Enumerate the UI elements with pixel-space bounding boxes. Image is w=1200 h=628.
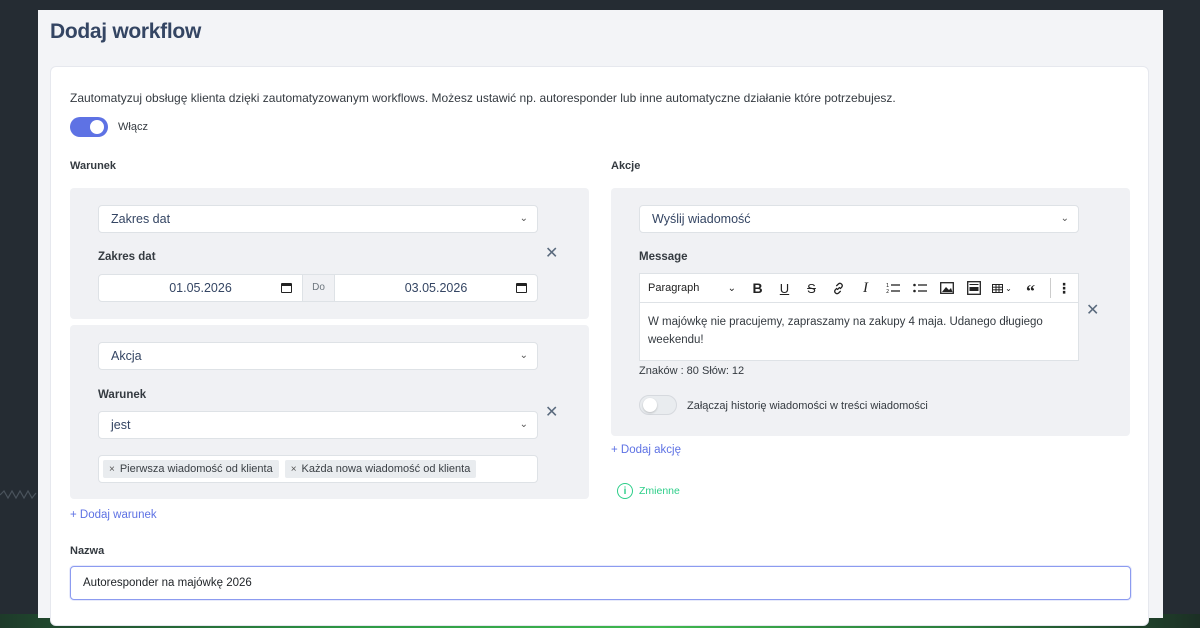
- workflow-form-card: Zautomatyzuj obsługę klienta dzięki zaut…: [50, 66, 1149, 626]
- add-condition-link[interactable]: + Dodaj warunek: [70, 509, 157, 521]
- name-field-label: Nazwa: [70, 545, 105, 557]
- chevron-down-icon: ⌄: [519, 213, 528, 224]
- attach-history-toggle[interactable]: [639, 395, 677, 415]
- toggle-knob: [643, 398, 657, 412]
- tag-label: Każda nowa wiadomość od klienta: [301, 463, 471, 475]
- condition-values-multiselect[interactable]: × Pierwsza wiadomość od klienta × Każda …: [98, 455, 538, 483]
- paragraph-format-value: Paragraph: [648, 282, 700, 294]
- page-title: Dodaj workflow: [50, 20, 201, 43]
- chevron-down-icon: ⌄: [519, 350, 528, 361]
- toolbar-divider: [1050, 278, 1051, 298]
- italic-icon[interactable]: I: [852, 274, 879, 302]
- message-editor-content[interactable]: W majówkę nie pracujemy, zapraszamy na z…: [639, 303, 1079, 361]
- toggle-knob: [90, 120, 104, 134]
- action-type-value: Wyślij wiadomość: [652, 212, 751, 226]
- date-to-input[interactable]: 03.05.2026: [334, 274, 538, 302]
- table-icon[interactable]: ⌄: [987, 274, 1017, 302]
- bullet-list-icon[interactable]: [906, 274, 933, 302]
- image-icon[interactable]: [933, 274, 960, 302]
- strikethrough-icon[interactable]: S: [798, 274, 825, 302]
- message-label: Message: [639, 251, 688, 263]
- chevron-down-icon: ⌄: [1060, 213, 1069, 224]
- more-options-icon[interactable]: ⋮: [1057, 274, 1071, 302]
- action-type-select[interactable]: Wyślij wiadomość ⌄: [639, 205, 1079, 233]
- remove-condition-icon[interactable]: ✕: [545, 246, 558, 262]
- link-icon[interactable]: [825, 274, 852, 302]
- conditions-section-label: Warunek: [70, 160, 117, 172]
- condition-type-value: Akcja: [111, 349, 142, 363]
- date-to-value: 03.05.2026: [404, 281, 468, 295]
- variables-link[interactable]: i Zmienne: [617, 483, 680, 499]
- attach-history-label: Załączaj historię wiadomości w treści wi…: [687, 400, 928, 412]
- character-word-counter: Znaków : 80 Słów: 12: [639, 365, 745, 377]
- action-block: Wyślij wiadomość ⌄ Message Paragraph ⌄ B…: [611, 188, 1130, 436]
- date-range-label: Zakres dat: [98, 251, 156, 263]
- add-action-link[interactable]: + Dodaj akcję: [611, 444, 681, 456]
- enable-toggle-label: Włącz: [118, 121, 148, 133]
- calendar-icon[interactable]: [281, 283, 292, 293]
- underline-icon[interactable]: U: [771, 274, 798, 302]
- condition-type-select[interactable]: Zakres dat ⌄: [98, 205, 538, 233]
- calendar-icon[interactable]: [516, 283, 527, 293]
- actions-section-label: Akcje: [611, 160, 641, 172]
- tag-label: Pierwsza wiadomość od klienta: [119, 463, 273, 475]
- condition-type-value: Zakres dat: [111, 212, 171, 226]
- date-separator: Do: [303, 274, 334, 302]
- remove-tag-icon[interactable]: ×: [109, 464, 115, 475]
- remove-condition-icon[interactable]: ✕: [545, 405, 558, 421]
- condition-operator-value: jest: [111, 418, 131, 432]
- remove-tag-icon[interactable]: ×: [291, 464, 297, 475]
- info-icon: i: [617, 483, 633, 499]
- condition-block-date-range: Zakres dat ⌄ Zakres dat 01.05.2026 Do 03…: [70, 188, 589, 319]
- remove-action-icon[interactable]: ✕: [1086, 303, 1099, 319]
- background-squiggle: [0, 489, 37, 500]
- date-from-value: 01.05.2026: [169, 281, 232, 295]
- numbered-list-icon[interactable]: 12: [879, 274, 906, 302]
- date-from-input[interactable]: 01.05.2026: [98, 274, 303, 302]
- workflow-page: Dodaj workflow Zautomatyzuj obsługę klie…: [38, 10, 1163, 626]
- page-description: Zautomatyzuj obsługę klienta dzięki zaut…: [70, 91, 896, 105]
- editor-toolbar: Paragraph ⌄ B U S I 12 ⌄ “ ⋮: [639, 273, 1079, 303]
- bold-icon[interactable]: B: [744, 274, 771, 302]
- condition-block-action: Akcja ⌄ Warunek jest ⌄ ✕ × Pierwsza wiad…: [70, 325, 589, 499]
- condition-operator-label: Warunek: [98, 389, 147, 401]
- condition-value-tag: × Pierwsza wiadomość od klienta: [103, 460, 279, 478]
- paragraph-format-select[interactable]: Paragraph ⌄: [640, 274, 744, 302]
- condition-type-select[interactable]: Akcja ⌄: [98, 342, 538, 370]
- workflow-name-input[interactable]: Autoresponder na majówkę 2026: [70, 566, 1131, 600]
- html-embed-icon[interactable]: [960, 274, 987, 302]
- svg-text:2: 2: [886, 289, 889, 294]
- variables-link-label: Zmienne: [639, 485, 680, 497]
- chevron-down-icon: ⌄: [519, 419, 528, 430]
- condition-operator-select[interactable]: jest ⌄: [98, 411, 538, 439]
- blockquote-icon[interactable]: “: [1017, 274, 1044, 302]
- chevron-down-icon: ⌄: [727, 282, 736, 294]
- enable-toggle[interactable]: [70, 117, 108, 137]
- condition-value-tag: × Każda nowa wiadomość od klienta: [284, 460, 477, 478]
